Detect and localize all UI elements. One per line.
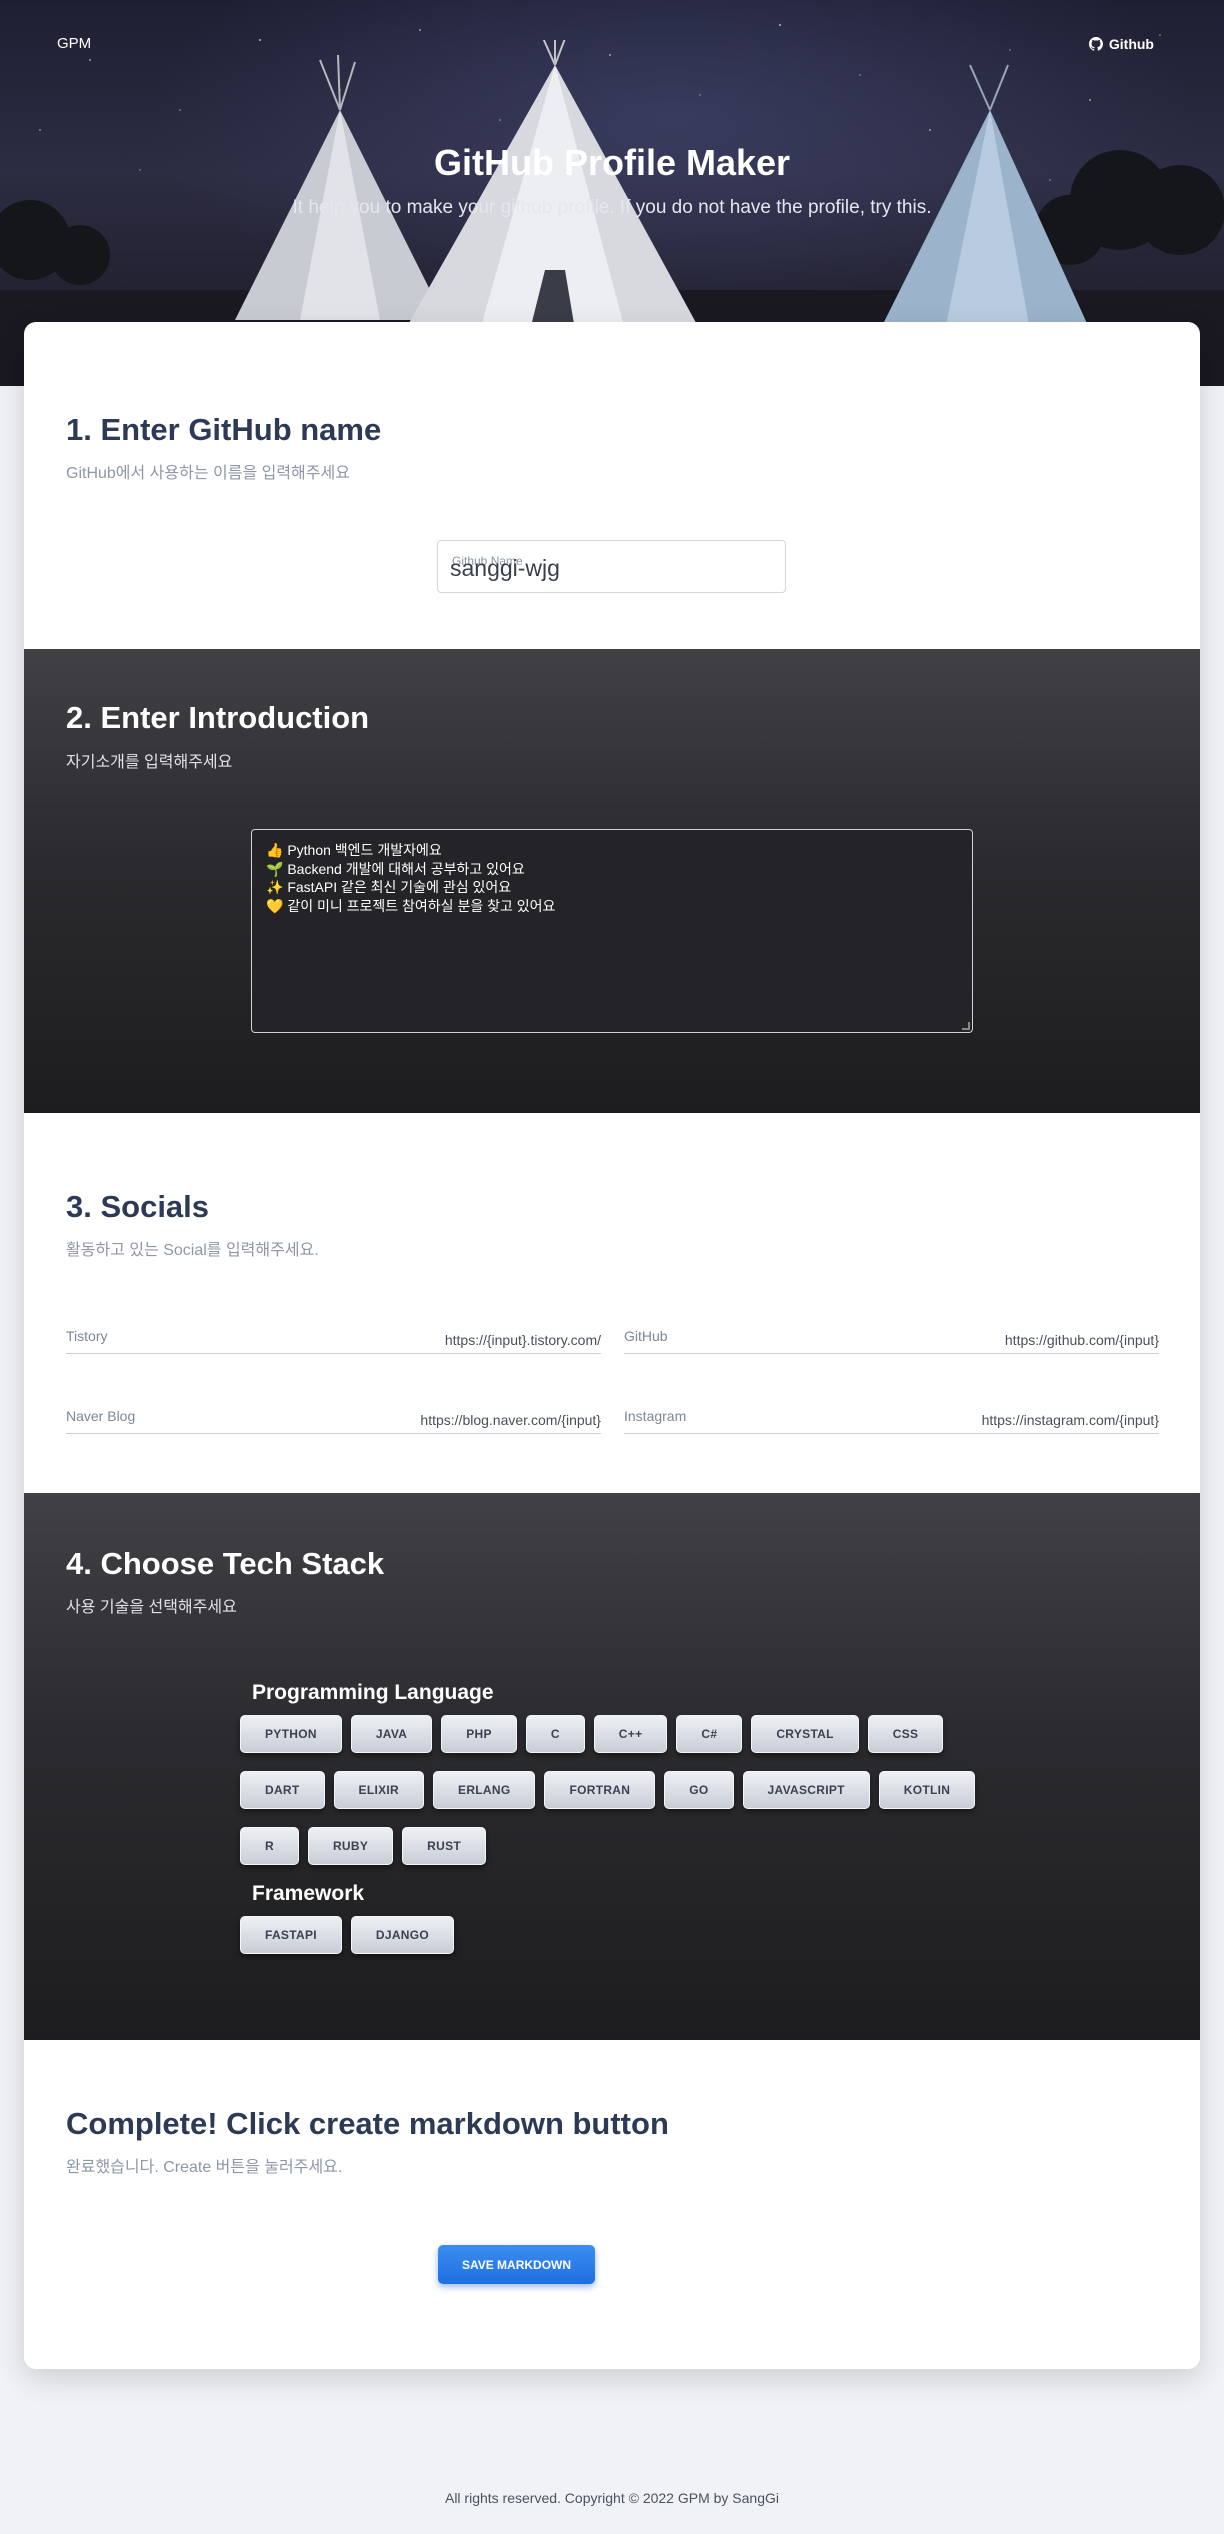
hero-title: GitHub Profile Maker bbox=[433, 142, 791, 183]
language-chip-row: DART ELIXIR ERLANG FORTRAN GO JAVASCRIPT… bbox=[240, 1771, 976, 1809]
step4-subtitle: 사용 기술을 선택해주세요 bbox=[66, 1599, 237, 1616]
top-nav: GPM Github bbox=[57, 35, 1154, 52]
step5-title: Complete! Click create markdown button bbox=[66, 2106, 669, 2141]
introduction-textarea[interactable]: 👍 Python 백엔드 개발자에요 🌱 Backend 개발에 대해서 공부하… bbox=[251, 829, 973, 1033]
language-chip-row: PYTHON JAVA PHP C C++ C# CRYSTAL CSS bbox=[240, 1715, 944, 1753]
tech-chip-cpp[interactable]: C++ bbox=[593, 1715, 668, 1753]
step2-subtitle: 자기소개를 입력해주세요 bbox=[66, 754, 233, 771]
tech-chip-erlang[interactable]: ERLANG bbox=[433, 1771, 536, 1809]
intro-line: ✨ FastAPI 같은 최신 기술에 관심 있어요 bbox=[266, 879, 512, 895]
framework-chip-row: FASTAPI DJANGO bbox=[240, 1916, 455, 1954]
brand-logo[interactable]: GPM bbox=[57, 35, 91, 52]
tech-chip-java[interactable]: JAVA bbox=[350, 1715, 433, 1753]
tech-chip-elixir[interactable]: ELIXIR bbox=[333, 1771, 425, 1809]
tistory-placeholder: https://{input}.tistory.com/ bbox=[444, 1332, 601, 1348]
tech-chip-python[interactable]: PYTHON bbox=[240, 1715, 342, 1753]
step3-title: 3. Socials bbox=[66, 1189, 210, 1224]
step3-subtitle: 활동하고 있는 Social를 입력해주세요. bbox=[66, 1242, 319, 1259]
step3-socials: 3. Socials 활동하고 있는 Social를 입력해주세요. Tisto… bbox=[24, 1113, 1200, 1493]
github-social-label: GitHub bbox=[624, 1328, 668, 1344]
resize-handle[interactable] bbox=[962, 1022, 970, 1030]
intro-line: 💛 같이 미니 프로젝트 참여하실 분을 찾고 있어요 bbox=[266, 897, 556, 914]
footer-copyright: All rights reserved. Copyright © 2022 GP… bbox=[444, 2490, 780, 2506]
instagram-placeholder: https://instagram.com/{input} bbox=[981, 1412, 1159, 1428]
languages-group-title: Programming Language bbox=[252, 1681, 494, 1704]
tistory-field[interactable]: Tistory https://{input}.tistory.com/ bbox=[66, 1328, 601, 1354]
save-markdown-button[interactable]: SAVE MARKDOWN bbox=[438, 2245, 595, 2284]
tech-chip-crystal[interactable]: CRYSTAL bbox=[751, 1715, 859, 1753]
naver-blog-label: Naver Blog bbox=[66, 1408, 136, 1424]
step5-subtitle: 완료했습니다. Create 버튼을 눌러주세요. bbox=[66, 2159, 343, 2176]
tech-chip-django[interactable]: DJANGO bbox=[350, 1916, 455, 1954]
step1-github-name: 1. Enter GitHub name GitHub에서 사용하는 이름을 입… bbox=[24, 322, 1200, 649]
form-card: 1. Enter GitHub name GitHub에서 사용하는 이름을 입… bbox=[24, 322, 1200, 2369]
instagram-label: Instagram bbox=[624, 1408, 687, 1424]
tech-chip-c[interactable]: C bbox=[525, 1715, 585, 1753]
tech-chip-php[interactable]: PHP bbox=[441, 1715, 517, 1753]
tech-chip-fastapi[interactable]: FASTAPI bbox=[240, 1916, 342, 1954]
language-chip-row: R RUBY RUST bbox=[240, 1827, 487, 1865]
step5-complete: Complete! Click create markdown button 완… bbox=[24, 2040, 1200, 2369]
intro-line: 🌱 Backend 개발에 대해서 공부하고 있어요 bbox=[266, 860, 525, 877]
intro-line: 👍 Python 백엔드 개발자에요 bbox=[266, 842, 442, 858]
tech-chip-ruby[interactable]: RUBY bbox=[307, 1827, 394, 1865]
tech-chip-javascript[interactable]: JAVASCRIPT bbox=[742, 1771, 870, 1809]
github-name-field: Github Name bbox=[437, 540, 786, 593]
github-icon bbox=[1088, 36, 1103, 51]
github-name-input[interactable] bbox=[450, 555, 770, 582]
github-social-field[interactable]: GitHub https://github.com/{input} bbox=[624, 1328, 1159, 1354]
step2-introduction: 2. Enter Introduction 자기소개를 입력해주세요 👍 Pyt… bbox=[24, 649, 1200, 1113]
github-link-label: Github bbox=[1108, 35, 1154, 52]
tech-chip-dart[interactable]: DART bbox=[240, 1771, 325, 1809]
tistory-label: Tistory bbox=[66, 1328, 108, 1344]
github-link[interactable]: Github bbox=[1088, 35, 1154, 52]
hero-subtitle: It help you to make your github profile.… bbox=[292, 197, 932, 218]
step4-tech-stack: 4. Choose Tech Stack 사용 기술을 선택해주세요 Progr… bbox=[24, 1493, 1200, 2040]
step2-title: 2. Enter Introduction bbox=[66, 700, 370, 735]
step1-subtitle: GitHub에서 사용하는 이름을 입력해주세요 bbox=[66, 465, 350, 482]
step1-title: 1. Enter GitHub name bbox=[66, 412, 382, 447]
tech-chip-fortran[interactable]: FORTRAN bbox=[544, 1771, 656, 1809]
tech-chip-go[interactable]: GO bbox=[664, 1771, 734, 1809]
frameworks-group-title: Framework bbox=[252, 1882, 365, 1905]
tech-chip-csharp[interactable]: C# bbox=[676, 1715, 743, 1753]
tech-chip-r[interactable]: R bbox=[240, 1827, 299, 1865]
tech-chip-rust[interactable]: RUST bbox=[402, 1827, 487, 1865]
step4-title: 4. Choose Tech Stack bbox=[66, 1546, 385, 1581]
naver-blog-field[interactable]: Naver Blog https://blog.naver.com/{input… bbox=[66, 1408, 601, 1434]
tech-chip-kotlin[interactable]: KOTLIN bbox=[878, 1771, 976, 1809]
tech-chip-css[interactable]: CSS bbox=[867, 1715, 944, 1753]
naver-blog-placeholder: https://blog.naver.com/{input} bbox=[420, 1412, 601, 1428]
instagram-field[interactable]: Instagram https://instagram.com/{input} bbox=[624, 1408, 1159, 1434]
github-social-placeholder: https://github.com/{input} bbox=[1004, 1332, 1159, 1348]
